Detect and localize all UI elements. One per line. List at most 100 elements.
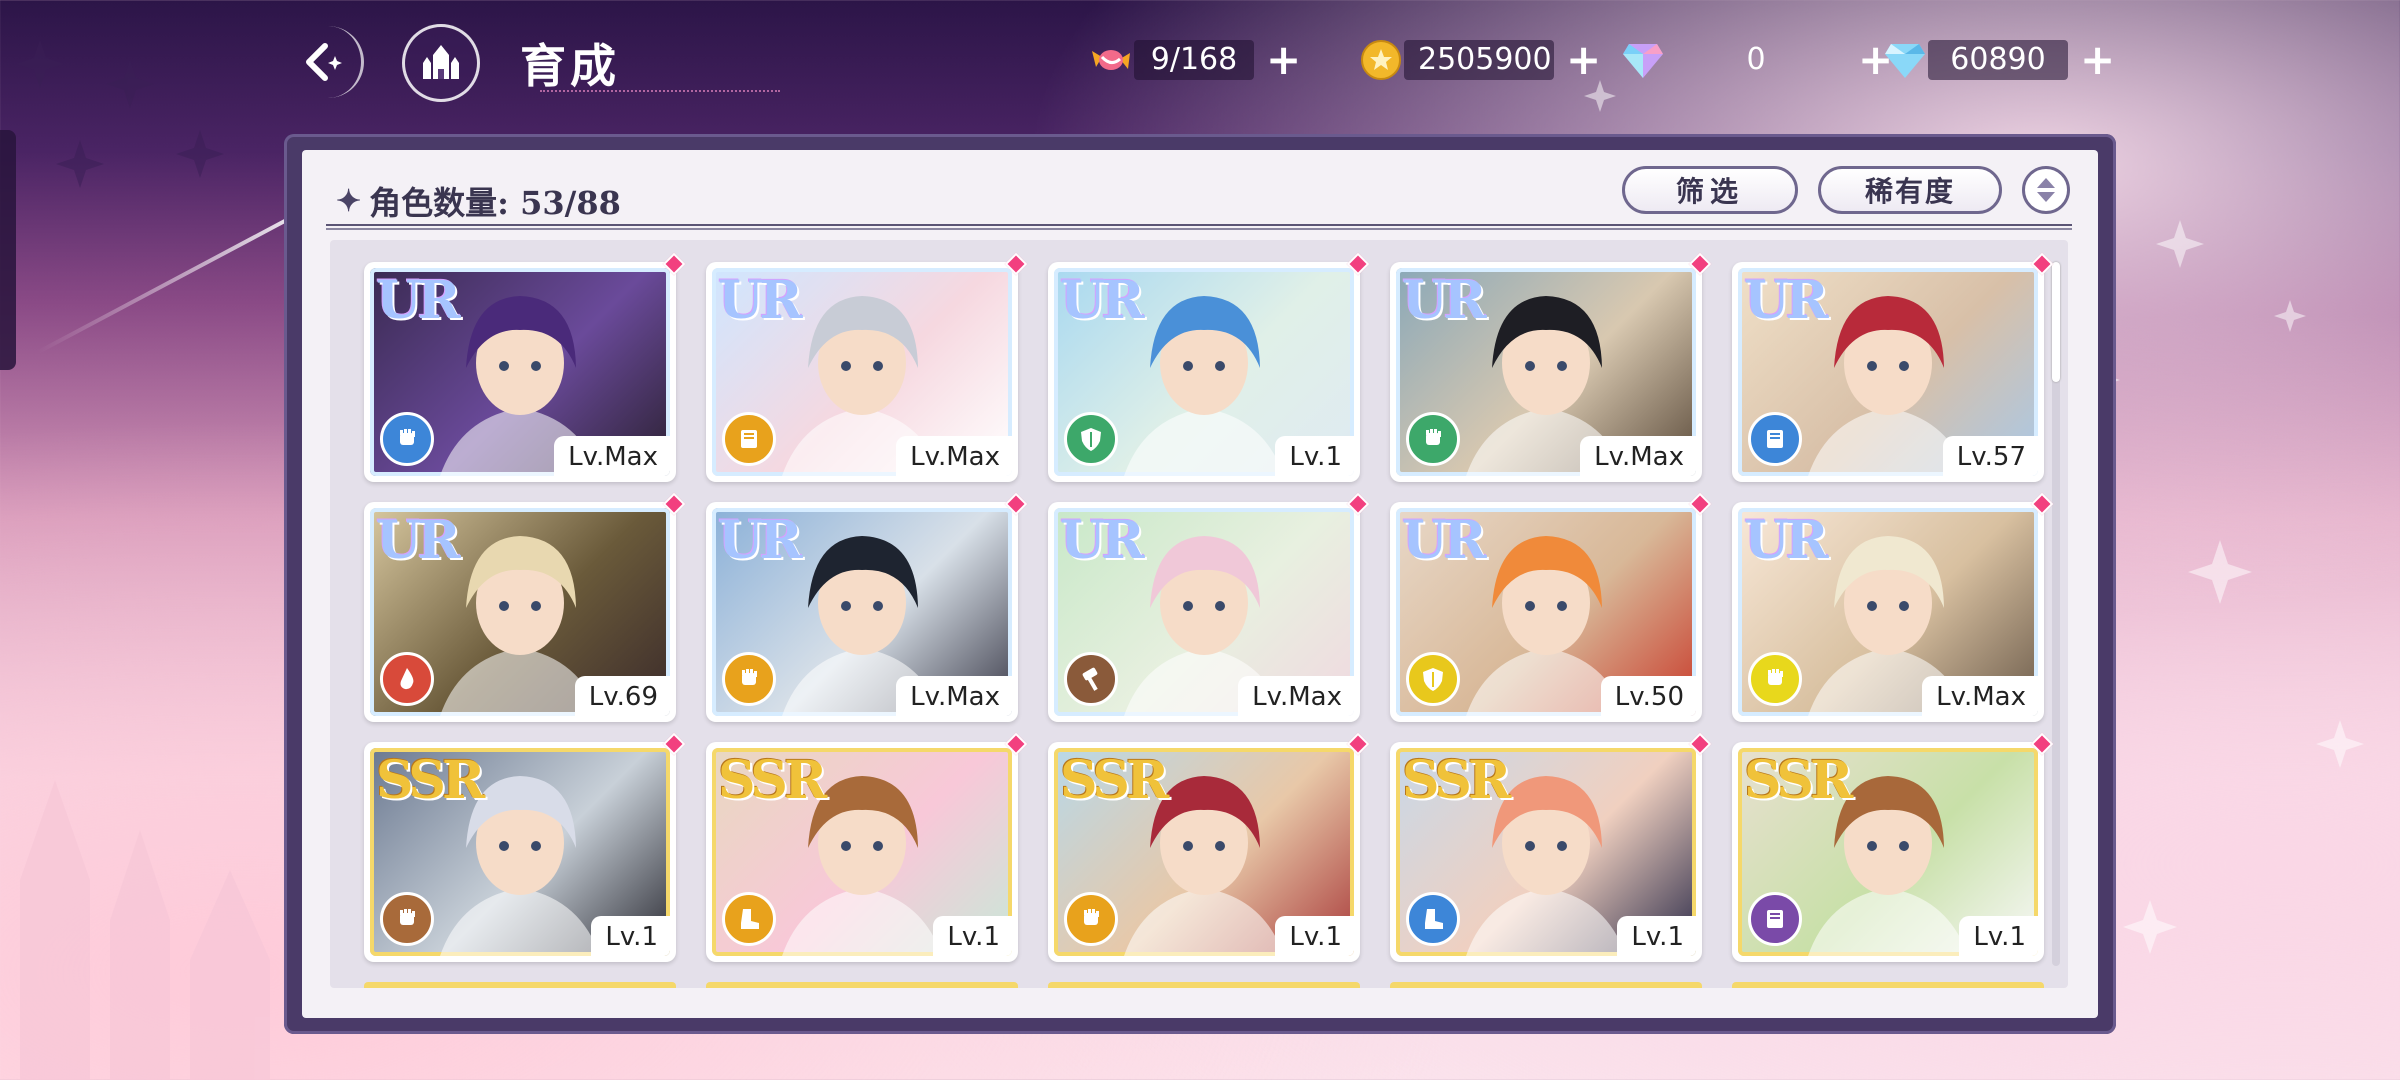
fist-element-icon <box>722 652 776 706</box>
filter-button[interactable]: 筛选 <box>1622 166 1798 214</box>
character-portrait: SSR Lv.1 <box>1396 748 1696 956</box>
character-card[interactable]: UR Lv.50 <box>1390 492 1712 722</box>
character-card[interactable]: SSR Lv.1 <box>706 732 1028 962</box>
shield-element-icon <box>1064 412 1118 466</box>
character-card[interactable]: UR Lv.57 <box>1732 252 2054 482</box>
level-label: Lv.1 <box>933 916 1012 956</box>
level-label: Lv.Max <box>1922 676 2038 716</box>
header-divider <box>326 224 2072 230</box>
fist-element-icon <box>1064 892 1118 946</box>
gold-coin-counter: 2505900 + <box>1358 36 1601 84</box>
rarity-badge: SSR <box>1060 750 1169 811</box>
title-underline-decoration <box>540 70 780 92</box>
rarity-badge: SSR <box>376 750 485 811</box>
level-label: Lv.Max <box>896 676 1012 716</box>
diamond-add-button[interactable]: + <box>2080 39 2115 81</box>
character-portrait: UR Lv.1 <box>1054 268 1354 476</box>
home-button[interactable] <box>402 24 480 102</box>
character-portrait: UR Lv.50 <box>1396 508 1696 716</box>
character-card-partial[interactable] <box>1390 982 1702 988</box>
rarity-sort-button[interactable]: 稀有度 <box>1818 166 2002 214</box>
character-portrait: SSR Lv.1 <box>712 748 1012 956</box>
scrollbar-thumb[interactable] <box>2052 262 2060 382</box>
character-card[interactable]: UR Lv.Max <box>1390 252 1712 482</box>
rarity-badge: UR <box>1744 510 1829 571</box>
gold-coin-icon <box>1358 37 1404 83</box>
character-card[interactable]: UR Lv.Max <box>706 252 1028 482</box>
level-label: Lv.57 <box>1942 436 2038 476</box>
drop-element-icon <box>380 652 434 706</box>
book-element-icon <box>1748 892 1802 946</box>
candy-counter: 9/168 + <box>1088 36 1301 84</box>
level-label: Lv.1 <box>1275 916 1354 956</box>
character-portrait: SSR Lv.1 <box>1054 748 1354 956</box>
top-bar: 育成 9/168 + 2505900 + 0 + 60890 + <box>0 0 2400 120</box>
diamond-value: 60890 <box>1928 40 2068 80</box>
character-card[interactable]: UR Lv.Max <box>706 492 1028 722</box>
back-button[interactable] <box>284 26 364 98</box>
level-label: Lv.Max <box>1238 676 1354 716</box>
character-portrait: UR Lv.Max <box>1054 508 1354 716</box>
rarity-badge: UR <box>718 510 803 571</box>
hammer-element-icon <box>1064 652 1118 706</box>
gold-coin-add-button[interactable]: + <box>1566 39 1601 81</box>
character-portrait: UR Lv.Max <box>712 508 1012 716</box>
rarity-badge: UR <box>1402 510 1487 571</box>
rainbow-diamond-icon <box>1620 37 1666 83</box>
character-portrait: SSR Lv.1 <box>370 748 670 956</box>
candy-add-button[interactable]: + <box>1266 39 1301 81</box>
character-portrait: UR Lv.69 <box>370 508 670 716</box>
character-card[interactable]: SSR Lv.1 <box>1732 732 2054 962</box>
gold-coin-value: 2505900 <box>1404 40 1554 80</box>
diamond-counter: 60890 + <box>1882 36 2115 84</box>
character-portrait: UR Lv.Max <box>1738 508 2038 716</box>
boot-element-icon <box>722 892 776 946</box>
character-count-text: 角色数量: 53/88 <box>369 184 621 222</box>
character-portrait: UR Lv.Max <box>370 268 670 476</box>
character-portrait: UR Lv.57 <box>1738 268 2038 476</box>
sort-arrows-icon <box>2037 178 2055 202</box>
diamond-icon <box>1882 37 1928 83</box>
rainbow-diamond-counter: 0 + <box>1620 36 1893 84</box>
character-card[interactable]: UR Lv.69 <box>364 492 686 722</box>
character-card[interactable]: SSR Lv.1 <box>1048 732 1370 962</box>
level-label: Lv.1 <box>1275 436 1354 476</box>
rarity-badge: UR <box>376 510 461 571</box>
back-arrow-icon <box>305 43 342 81</box>
shooting-star-decoration <box>36 209 304 355</box>
character-card[interactable]: UR Lv.Max <box>1048 492 1370 722</box>
level-label: Lv.Max <box>896 436 1012 476</box>
character-card-partial[interactable] <box>364 982 676 988</box>
sort-order-button[interactable] <box>2022 166 2070 214</box>
character-card[interactable]: UR Lv.1 <box>1048 252 1370 482</box>
character-card[interactable]: SSR Lv.1 <box>364 732 686 962</box>
character-card-partial[interactable] <box>1048 982 1360 988</box>
character-portrait: UR Lv.Max <box>712 268 1012 476</box>
character-card[interactable]: UR Lv.Max <box>364 252 686 482</box>
rarity-badge: UR <box>718 270 803 331</box>
level-label: Lv.50 <box>1600 676 1696 716</box>
castle-decoration <box>20 780 270 1080</box>
character-card[interactable]: SSR Lv.1 <box>1390 732 1712 962</box>
rarity-badge: UR <box>1402 270 1487 331</box>
fist-element-icon <box>380 412 434 466</box>
boot-element-icon <box>1406 892 1460 946</box>
rarity-badge: SSR <box>1402 750 1511 811</box>
rainbow-diamond-value: 0 <box>1746 42 1766 77</box>
rarity-badge: UR <box>1744 270 1829 331</box>
candy-icon <box>1088 37 1134 83</box>
character-card-partial[interactable] <box>1732 982 2044 988</box>
character-count: ✦ 角色数量: 53/88 <box>336 178 621 224</box>
sparkle-icon: ✦ <box>336 183 362 219</box>
side-drawer-handle[interactable] <box>0 130 16 370</box>
fist-element-icon <box>380 892 434 946</box>
level-label: Lv.69 <box>574 676 670 716</box>
rarity-badge: UR <box>1060 270 1145 331</box>
character-card[interactable]: UR Lv.Max <box>1732 492 2054 722</box>
rarity-badge: UR <box>376 270 461 331</box>
book-element-icon <box>1748 412 1802 466</box>
character-portrait: SSR Lv.1 <box>1738 748 2038 956</box>
level-label: Lv.1 <box>591 916 670 956</box>
character-card-partial[interactable] <box>706 982 1018 988</box>
character-portrait: UR Lv.Max <box>1396 268 1696 476</box>
